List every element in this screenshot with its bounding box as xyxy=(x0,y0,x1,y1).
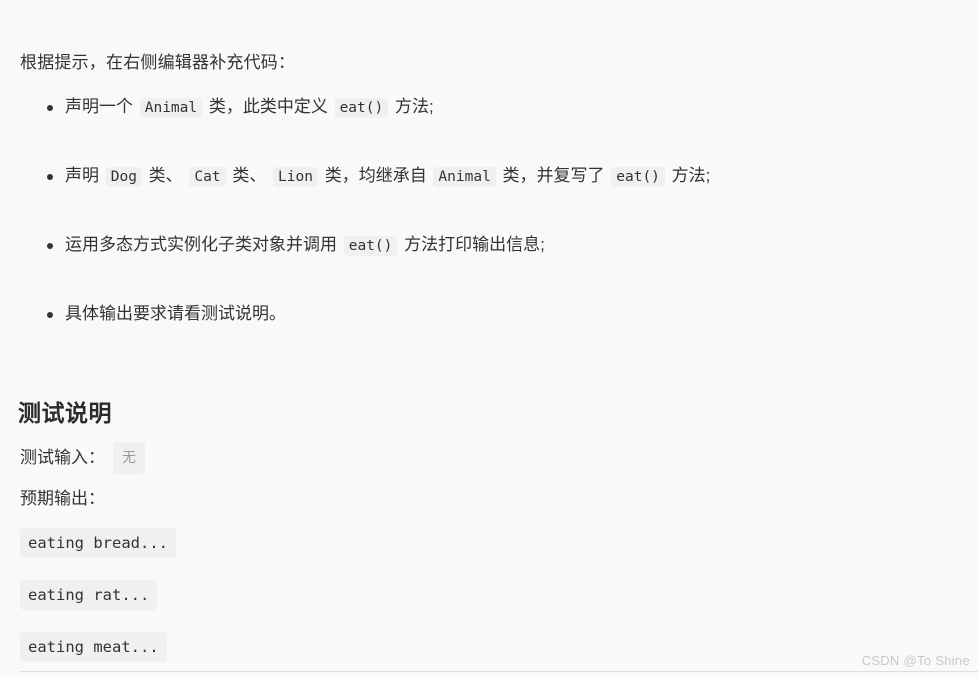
requirement-text: 类，均继承自 xyxy=(319,166,432,185)
requirement-text: 具体输出要求请看测试说明。 xyxy=(65,304,286,323)
requirement-text: 声明 xyxy=(65,166,104,185)
bullet-icon xyxy=(47,243,53,249)
expected-output-item: eating meat... xyxy=(20,632,176,662)
test-input-value: 无 xyxy=(113,442,145,474)
requirement-text: 类、 xyxy=(143,166,188,185)
expected-output-code: eating rat... xyxy=(20,580,158,610)
requirements-list: 声明一个 Animal 类，此类中定义 eat() 方法; 声明 Dog 类、 C… xyxy=(20,92,950,329)
test-section-heading: 测试说明 xyxy=(18,400,112,427)
requirement-item: 具体输出要求请看测试说明。 xyxy=(20,299,950,329)
inline-code: Animal xyxy=(139,98,203,118)
inline-code: eat() xyxy=(343,236,398,256)
expected-output-list: eating bread... eating rat... eating meat.… xyxy=(20,528,176,662)
watermark: CSDN @To Shine xyxy=(861,653,970,668)
bullet-icon xyxy=(47,174,53,180)
test-input-label: 测试输入： xyxy=(20,448,105,467)
requirement-text: 类，此类中定义 xyxy=(204,97,333,116)
requirement-text: 方法; xyxy=(390,97,434,116)
bullet-icon xyxy=(47,105,53,111)
expected-output-label: 预期输出： xyxy=(20,489,105,508)
expected-output-item: eating rat... xyxy=(20,580,176,610)
requirement-text: 方法; xyxy=(666,166,711,185)
requirement-text: 方法打印输出信息; xyxy=(399,235,545,254)
inline-code: Animal xyxy=(433,167,496,187)
article-body: 根据提示，在右侧编辑器补充代码： 声明一个 Animal 类，此类中定义 eat… xyxy=(0,0,978,677)
expected-output-item: eating bread... xyxy=(20,528,176,558)
expected-output-code: eating bread... xyxy=(20,528,176,558)
requirement-text: 类，并复写了 xyxy=(497,166,610,185)
bottom-divider xyxy=(20,671,978,672)
requirement-item: 声明一个 Animal 类，此类中定义 eat() 方法; xyxy=(20,92,950,123)
requirement-text: 声明一个 xyxy=(65,97,138,116)
inline-code: eat() xyxy=(611,167,665,187)
inline-code: Dog xyxy=(105,167,142,187)
requirement-text: 运用多态方式实例化子类对象并调用 xyxy=(65,235,342,254)
requirement-item: 声明 Dog 类、 Cat 类、 Lion 类，均继承自 Animal 类，并复… xyxy=(20,161,950,192)
inline-code: Cat xyxy=(189,167,226,187)
test-input-row: 测试输入： 无 xyxy=(20,442,147,474)
inline-code: Lion xyxy=(273,167,318,187)
intro-paragraph: 根据提示，在右侧编辑器补充代码： xyxy=(20,53,296,72)
requirement-text: 类、 xyxy=(227,166,272,185)
requirement-item: 运用多态方式实例化子类对象并调用 eat() 方法打印输出信息; xyxy=(20,230,950,261)
expected-output-code: eating meat... xyxy=(20,632,167,662)
inline-code: eat() xyxy=(334,98,389,118)
bullet-icon xyxy=(47,312,53,318)
